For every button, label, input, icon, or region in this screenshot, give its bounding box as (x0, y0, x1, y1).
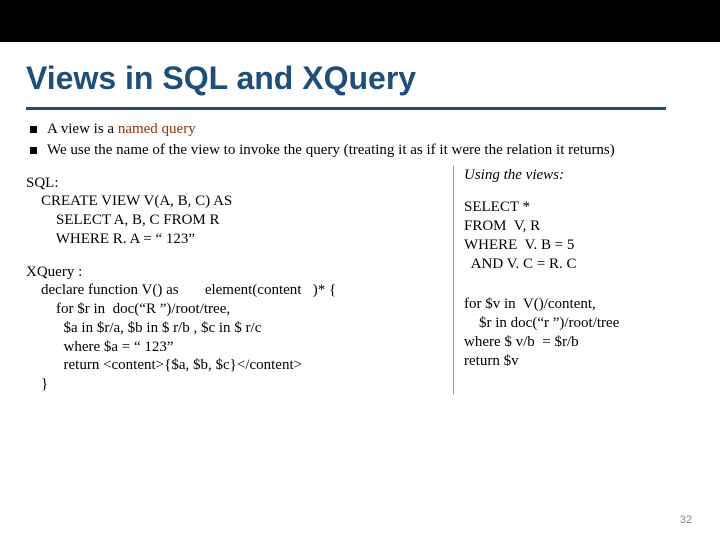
bullet-item: A view is a named query (26, 120, 694, 139)
using-sql-code: SELECT * FROM V, R WHERE V. B = 5 AND V.… (464, 198, 694, 273)
slide-body: A view is a named query We use the name … (26, 120, 694, 394)
bullet-square-icon (30, 147, 37, 154)
bullet-text-highlight: named query (118, 121, 196, 137)
bullet-text-lead: A view is a (47, 121, 118, 137)
right-column: Using the views: SELECT * FROM V, R WHER… (453, 166, 694, 394)
bullet-item: We use the name of the view to invoke th… (26, 141, 694, 160)
using-xquery-code: for $v in V()/content, $r in doc(“r ”)/r… (464, 295, 694, 370)
slide-title: Views in SQL and XQuery (26, 60, 666, 110)
xquery-code: declare function V() as element(content … (26, 281, 447, 394)
bullet-list: A view is a named query We use the name … (26, 120, 694, 160)
left-column: SQL: CREATE VIEW V(A, B, C) AS SELECT A,… (26, 170, 447, 394)
page-number: 32 (680, 514, 692, 526)
bullet-square-icon (30, 126, 37, 133)
sql-code: CREATE VIEW V(A, B, C) AS SELECT A, B, C… (26, 192, 447, 248)
sql-label: SQL: (26, 174, 447, 193)
using-heading: Using the views: (464, 166, 694, 185)
bullet-text: A view is a named query (47, 120, 196, 139)
top-black-bar (0, 0, 720, 42)
bullet-text: We use the name of the view to invoke th… (47, 141, 615, 160)
xquery-label: XQuery : (26, 263, 447, 282)
